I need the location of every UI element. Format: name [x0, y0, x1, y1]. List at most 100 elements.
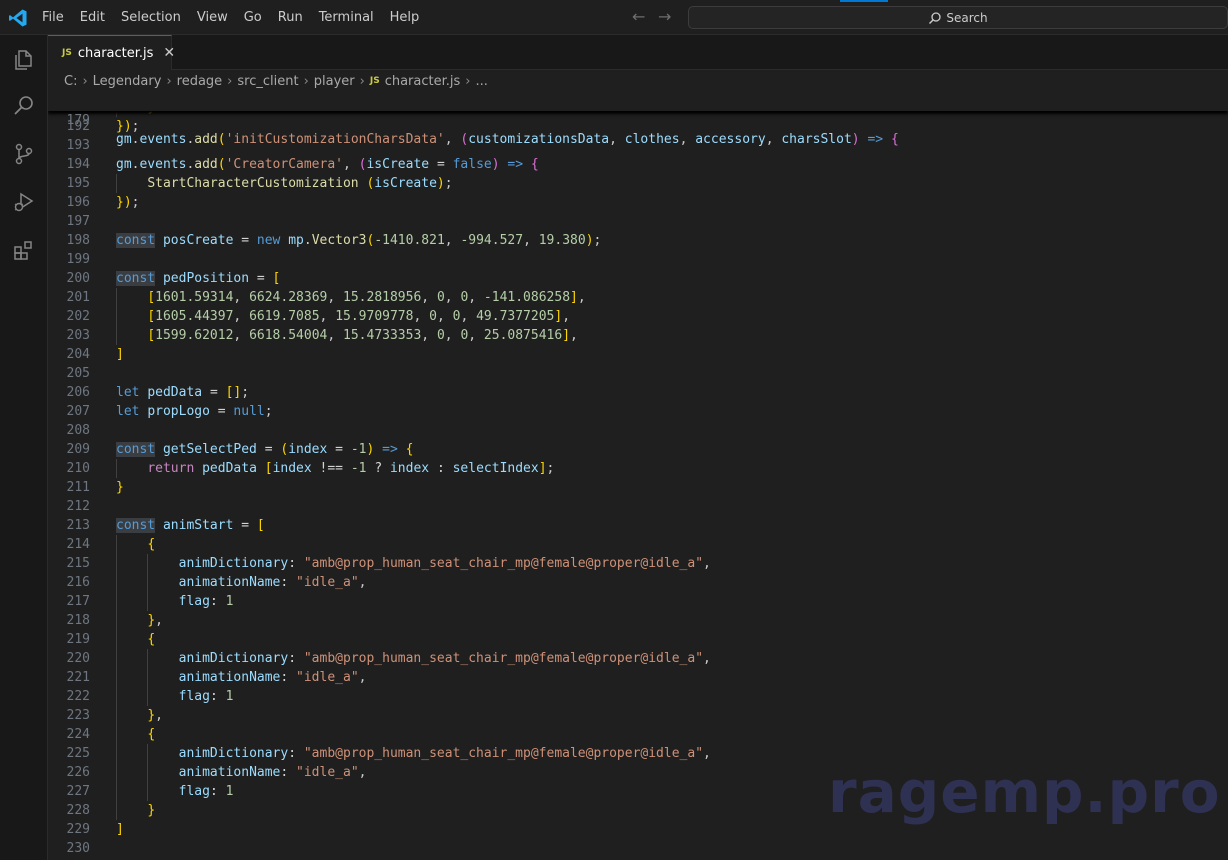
source-control-icon[interactable]	[12, 142, 36, 166]
code-line-row[interactable]: 218 },	[48, 611, 1228, 630]
tab-label: character.js	[77, 45, 154, 61]
code-line: {	[147, 537, 156, 552]
tab-character-js[interactable]: JS character.js ✕	[48, 35, 175, 70]
back-arrow-icon[interactable]: ←	[632, 9, 648, 25]
line-number: 204	[66, 347, 90, 362]
forward-arrow-icon[interactable]: →	[658, 9, 674, 25]
code-line-row[interactable]: 209 const getSelectPed = (index = -1) => …	[48, 440, 1228, 459]
run-debug-icon[interactable]	[12, 190, 36, 214]
menu-item-edit[interactable]: Edit	[72, 0, 113, 35]
menu-item-terminal[interactable]: Terminal	[311, 0, 382, 35]
code-line: animationName: "idle_a",	[178, 575, 367, 590]
code-line: animDictionary: "amb@prop_human_seat_cha…	[178, 556, 711, 571]
activity-bar	[0, 35, 48, 860]
line-number: 211	[66, 480, 90, 495]
line-number: 222	[66, 689, 90, 704]
code-line: animationName: "idle_a",	[178, 670, 367, 685]
code-line: StartCharacterCustomization (isCreate);	[147, 176, 453, 191]
code-line-row[interactable]: 222 flag: 1	[48, 687, 1228, 706]
code-line-row[interactable]: 211}	[48, 478, 1228, 497]
code-line-row[interactable]: 220 animDictionary: "amb@prop_human_seat…	[48, 649, 1228, 668]
search-label: Search	[946, 10, 988, 25]
code-line-row[interactable]: 213 const animStart = [	[48, 516, 1228, 535]
breadcrumb-item-player[interactable]: player	[314, 74, 355, 89]
code-line-row[interactable]: 194 gm.events.add('CreatorCamera', (isCre…	[48, 155, 1228, 174]
code-line: [1599.62012, 6618.54004, 15.4733353, 0, …	[147, 328, 578, 343]
line-number: 230	[66, 841, 90, 856]
code-line-row[interactable]: 205	[48, 364, 1228, 383]
code-line-row[interactable]: 199	[48, 250, 1228, 269]
line-number: 219	[66, 632, 90, 647]
extensions-icon[interactable]	[12, 238, 36, 262]
javascript-file-icon: JS	[369, 76, 380, 86]
code-editor[interactable]: 179 gm.events.add('initCustomizationChar…	[48, 92, 1228, 860]
line-number: 210	[66, 461, 90, 476]
code-line: animDictionary: "amb@prop_human_seat_cha…	[178, 746, 711, 761]
code-line: const animStart = [	[116, 518, 265, 533]
code-line-row[interactable]: 195 StartCharacterCustomization (isCreat…	[48, 174, 1228, 193]
code-line: animDictionary: "amb@prop_human_seat_cha…	[178, 651, 711, 666]
code-line: });	[116, 195, 140, 210]
code-line-row[interactable]: 214 {	[48, 535, 1228, 554]
code-line-row[interactable]: 204]	[48, 345, 1228, 364]
code-line-row[interactable]: 219 {	[48, 630, 1228, 649]
code-line-row[interactable]: 196});	[48, 193, 1228, 212]
code-line-row[interactable]: 217 flag: 1	[48, 592, 1228, 611]
line-number: 214	[66, 537, 90, 552]
code-line-row[interactable]: 224 {	[48, 725, 1228, 744]
menu-item-go[interactable]: Go	[236, 0, 270, 35]
window-accent-line	[840, 0, 888, 2]
code-line-row[interactable]: 208	[48, 421, 1228, 440]
line-number: 225	[66, 746, 90, 761]
code-line-row[interactable]: 221 animationName: "idle_a",	[48, 668, 1228, 687]
line-number: 201	[66, 290, 90, 305]
command-center-search[interactable]: Search	[688, 6, 1228, 29]
breadcrumb-item-drive[interactable]: C:	[64, 74, 77, 89]
search-icon[interactable]	[12, 94, 36, 118]
breadcrumb-item-file[interactable]: character.js	[385, 74, 461, 89]
line-number: 200	[66, 271, 90, 286]
code-line-row[interactable]: 197	[48, 212, 1228, 231]
menu-item-selection[interactable]: Selection	[113, 0, 189, 35]
close-icon[interactable]: ✕	[163, 45, 175, 61]
breadcrumb-item-src-client[interactable]: src_client	[237, 74, 298, 89]
line-number: 226	[66, 765, 90, 780]
code-line-row[interactable]: 230	[48, 839, 1228, 858]
line-number: 207	[66, 404, 90, 419]
menu-item-view[interactable]: View	[189, 0, 236, 35]
sticky-scroll-line[interactable]: 179 gm.events.add('initCustomizationChar…	[48, 92, 1228, 147]
code-line-row[interactable]: 202 [1605.44397, 6619.7085, 15.9709778, …	[48, 307, 1228, 326]
code-line-row[interactable]: 203 [1599.62012, 6618.54004, 15.4733353,…	[48, 326, 1228, 345]
code-line-row[interactable]: 212	[48, 497, 1228, 516]
code-line: gm.events.add('initCustomizationCharsDat…	[116, 132, 899, 147]
menu-item-file[interactable]: File	[34, 0, 72, 35]
code-line-row[interactable]: 200 const pedPosition = [	[48, 269, 1228, 288]
line-number: 227	[66, 784, 90, 799]
breadcrumb-item-redage[interactable]: redage	[177, 74, 223, 89]
menu-item-help[interactable]: Help	[382, 0, 428, 35]
line-number: 220	[66, 651, 90, 666]
code-line: flag: 1	[178, 784, 234, 799]
explorer-icon[interactable]	[12, 48, 36, 72]
chevron-right-icon: ›	[465, 73, 471, 89]
breadcrumb-item-more[interactable]: ...	[475, 74, 487, 89]
code-line-row[interactable]: 210 return pedData [index !== -1 ? index…	[48, 459, 1228, 478]
editor-tabs: JS character.js ✕	[48, 35, 1228, 70]
line-number: 199	[66, 252, 90, 267]
code-line: const pedPosition = [	[116, 271, 281, 286]
line-number: 195	[66, 176, 90, 191]
navigation-arrows: ← →	[632, 9, 674, 25]
code-line-row[interactable]: 215 animDictionary: "amb@prop_human_seat…	[48, 554, 1228, 573]
line-number: 218	[66, 613, 90, 628]
code-line-row[interactable]: 198 const posCreate = new mp.Vector3(-141…	[48, 231, 1228, 250]
code-line: animationName: "idle_a",	[178, 765, 367, 780]
code-line-row[interactable]: 223 },	[48, 706, 1228, 725]
breadcrumb-item-legendary[interactable]: Legendary	[93, 74, 162, 89]
menu-item-run[interactable]: Run	[270, 0, 311, 35]
line-number: 229	[66, 822, 90, 837]
code-line-row[interactable]: 201 [1601.59314, 6624.28369, 15.2818956,…	[48, 288, 1228, 307]
code-line-row[interactable]: 207 let propLogo = null;	[48, 402, 1228, 421]
code-line-row[interactable]: 206 let pedData = [];	[48, 383, 1228, 402]
code-line-row[interactable]: 216 animationName: "idle_a",	[48, 573, 1228, 592]
code-line: flag: 1	[178, 594, 234, 609]
